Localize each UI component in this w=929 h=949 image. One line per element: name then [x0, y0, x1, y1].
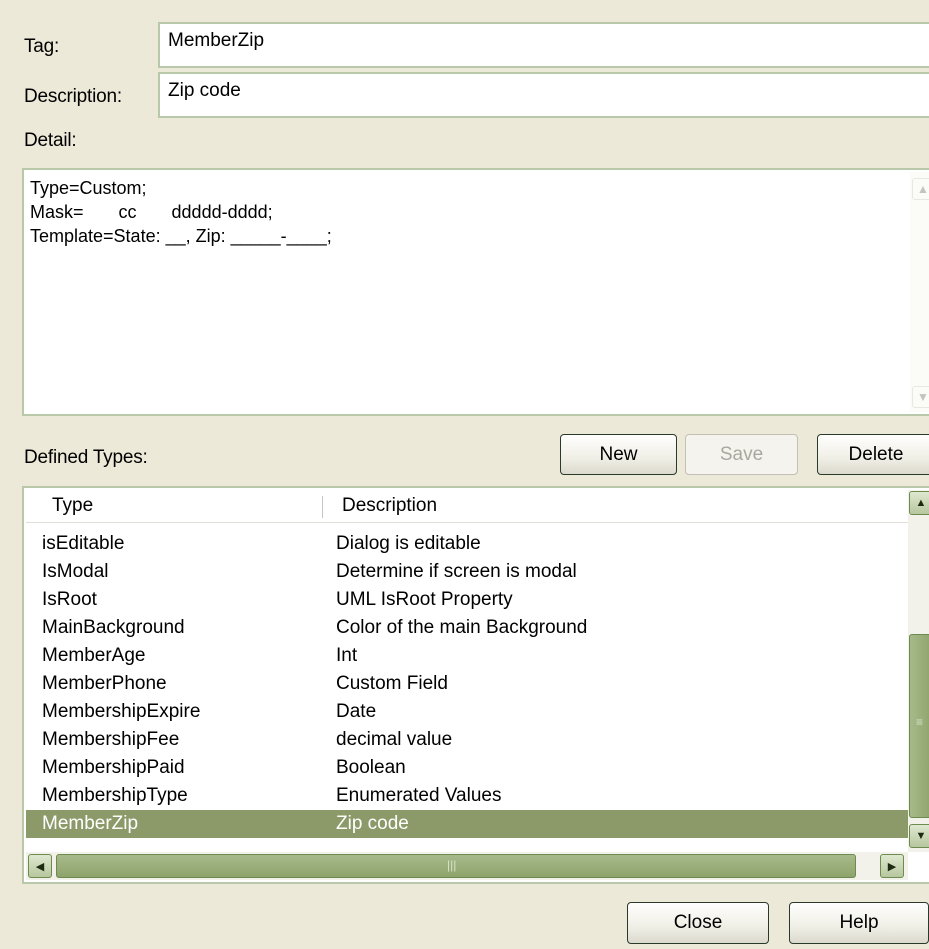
table-row[interactable]: MembershipFee decimal value — [26, 726, 908, 754]
scroll-left-icon[interactable]: ◀ — [28, 854, 52, 878]
row-description: Enumerated Values — [336, 785, 502, 806]
table-row[interactable]: MembershipExpire Date — [26, 698, 908, 726]
scroll-right-icon[interactable]: ▶ — [880, 854, 904, 878]
row-description: Int — [336, 645, 358, 666]
list-header: Type Description — [26, 490, 908, 523]
column-header-description[interactable]: Description — [342, 495, 437, 517]
grip-icon: ≡ — [916, 715, 924, 729]
row-description: Zip code — [336, 813, 409, 834]
delete-button[interactable]: Delete — [817, 434, 929, 475]
table-row[interactable]: MembershipType Enumerated Values — [26, 782, 908, 810]
scroll-thumb[interactable]: ||| — [56, 854, 856, 878]
description-label: Description: — [24, 86, 122, 107]
table-row[interactable]: isEditable Dialog is editable — [26, 530, 908, 558]
row-type: isEditable — [42, 533, 125, 554]
scroll-thumb[interactable]: ≡ — [909, 634, 929, 818]
row-type: MemberZip — [42, 813, 139, 834]
tag-input[interactable]: MemberZip — [158, 22, 929, 68]
list-vertical-scrollbar[interactable]: ▲ ≡ ▼ — [908, 490, 929, 852]
detail-text: Type=Custom; Mask= cc ddddd-dddd; Templa… — [30, 178, 332, 246]
table-row[interactable]: MainBackground Color of the main Backgro… — [26, 614, 908, 642]
table-row[interactable]: IsRoot UML IsRoot Property — [26, 586, 908, 614]
row-type: IsRoot — [42, 589, 97, 610]
scroll-up-icon: ▲ — [912, 178, 929, 200]
row-description: Date — [336, 701, 377, 722]
row-description: Determine if screen is modal — [336, 561, 577, 582]
save-button[interactable]: Save — [685, 434, 798, 475]
description-input[interactable]: Zip code — [158, 72, 929, 118]
list-horizontal-scrollbar[interactable]: ◀ ||| ▶ — [26, 852, 908, 880]
new-button[interactable]: New — [560, 434, 677, 475]
table-row[interactable]: IsModal Determine if screen is modal — [26, 558, 908, 586]
detail-textarea[interactable]: Type=Custom; Mask= cc ddddd-dddd; Templa… — [22, 168, 929, 416]
table-row[interactable]: MembershipPaid Boolean — [26, 754, 908, 782]
row-type: MembershipPaid — [42, 757, 185, 778]
row-type: MemberAge — [42, 645, 146, 666]
tag-label: Tag: — [24, 36, 60, 57]
row-type: MembershipExpire — [42, 701, 201, 722]
scroll-down-icon: ▼ — [912, 386, 929, 408]
row-description: Boolean — [336, 757, 406, 778]
row-description: Custom Field — [336, 673, 448, 694]
scroll-down-icon[interactable]: ▼ — [909, 824, 929, 848]
scroll-up-icon[interactable]: ▲ — [909, 491, 929, 515]
defined-types-list[interactable]: Type Description isEditable Dialog is ed… — [22, 486, 929, 884]
column-header-type[interactable]: Type — [52, 495, 93, 517]
help-button[interactable]: Help — [789, 902, 929, 944]
grip-icon: ||| — [447, 858, 457, 872]
table-row[interactable]: MemberPhone Custom Field — [26, 670, 908, 698]
detail-label: Detail: — [24, 130, 77, 151]
row-type: MemberPhone — [42, 673, 167, 694]
row-description: decimal value — [336, 729, 453, 750]
row-type: IsModal — [42, 561, 109, 582]
row-type: MembershipType — [42, 785, 188, 806]
table-row[interactable]: MemberAge Int — [26, 642, 908, 670]
row-description: Color of the main Background — [336, 617, 588, 638]
row-type: MembershipFee — [42, 729, 180, 750]
detail-scrollbar[interactable]: ▲ ▼ — [910, 172, 929, 412]
row-description: Dialog is editable — [336, 533, 481, 554]
column-divider[interactable] — [322, 496, 323, 518]
close-button[interactable]: Close — [627, 902, 769, 944]
row-type: MainBackground — [42, 617, 185, 638]
row-description: UML IsRoot Property — [336, 589, 513, 610]
table-row-selected[interactable]: MemberZip Zip code — [26, 810, 908, 838]
defined-types-label: Defined Types: — [24, 447, 148, 468]
